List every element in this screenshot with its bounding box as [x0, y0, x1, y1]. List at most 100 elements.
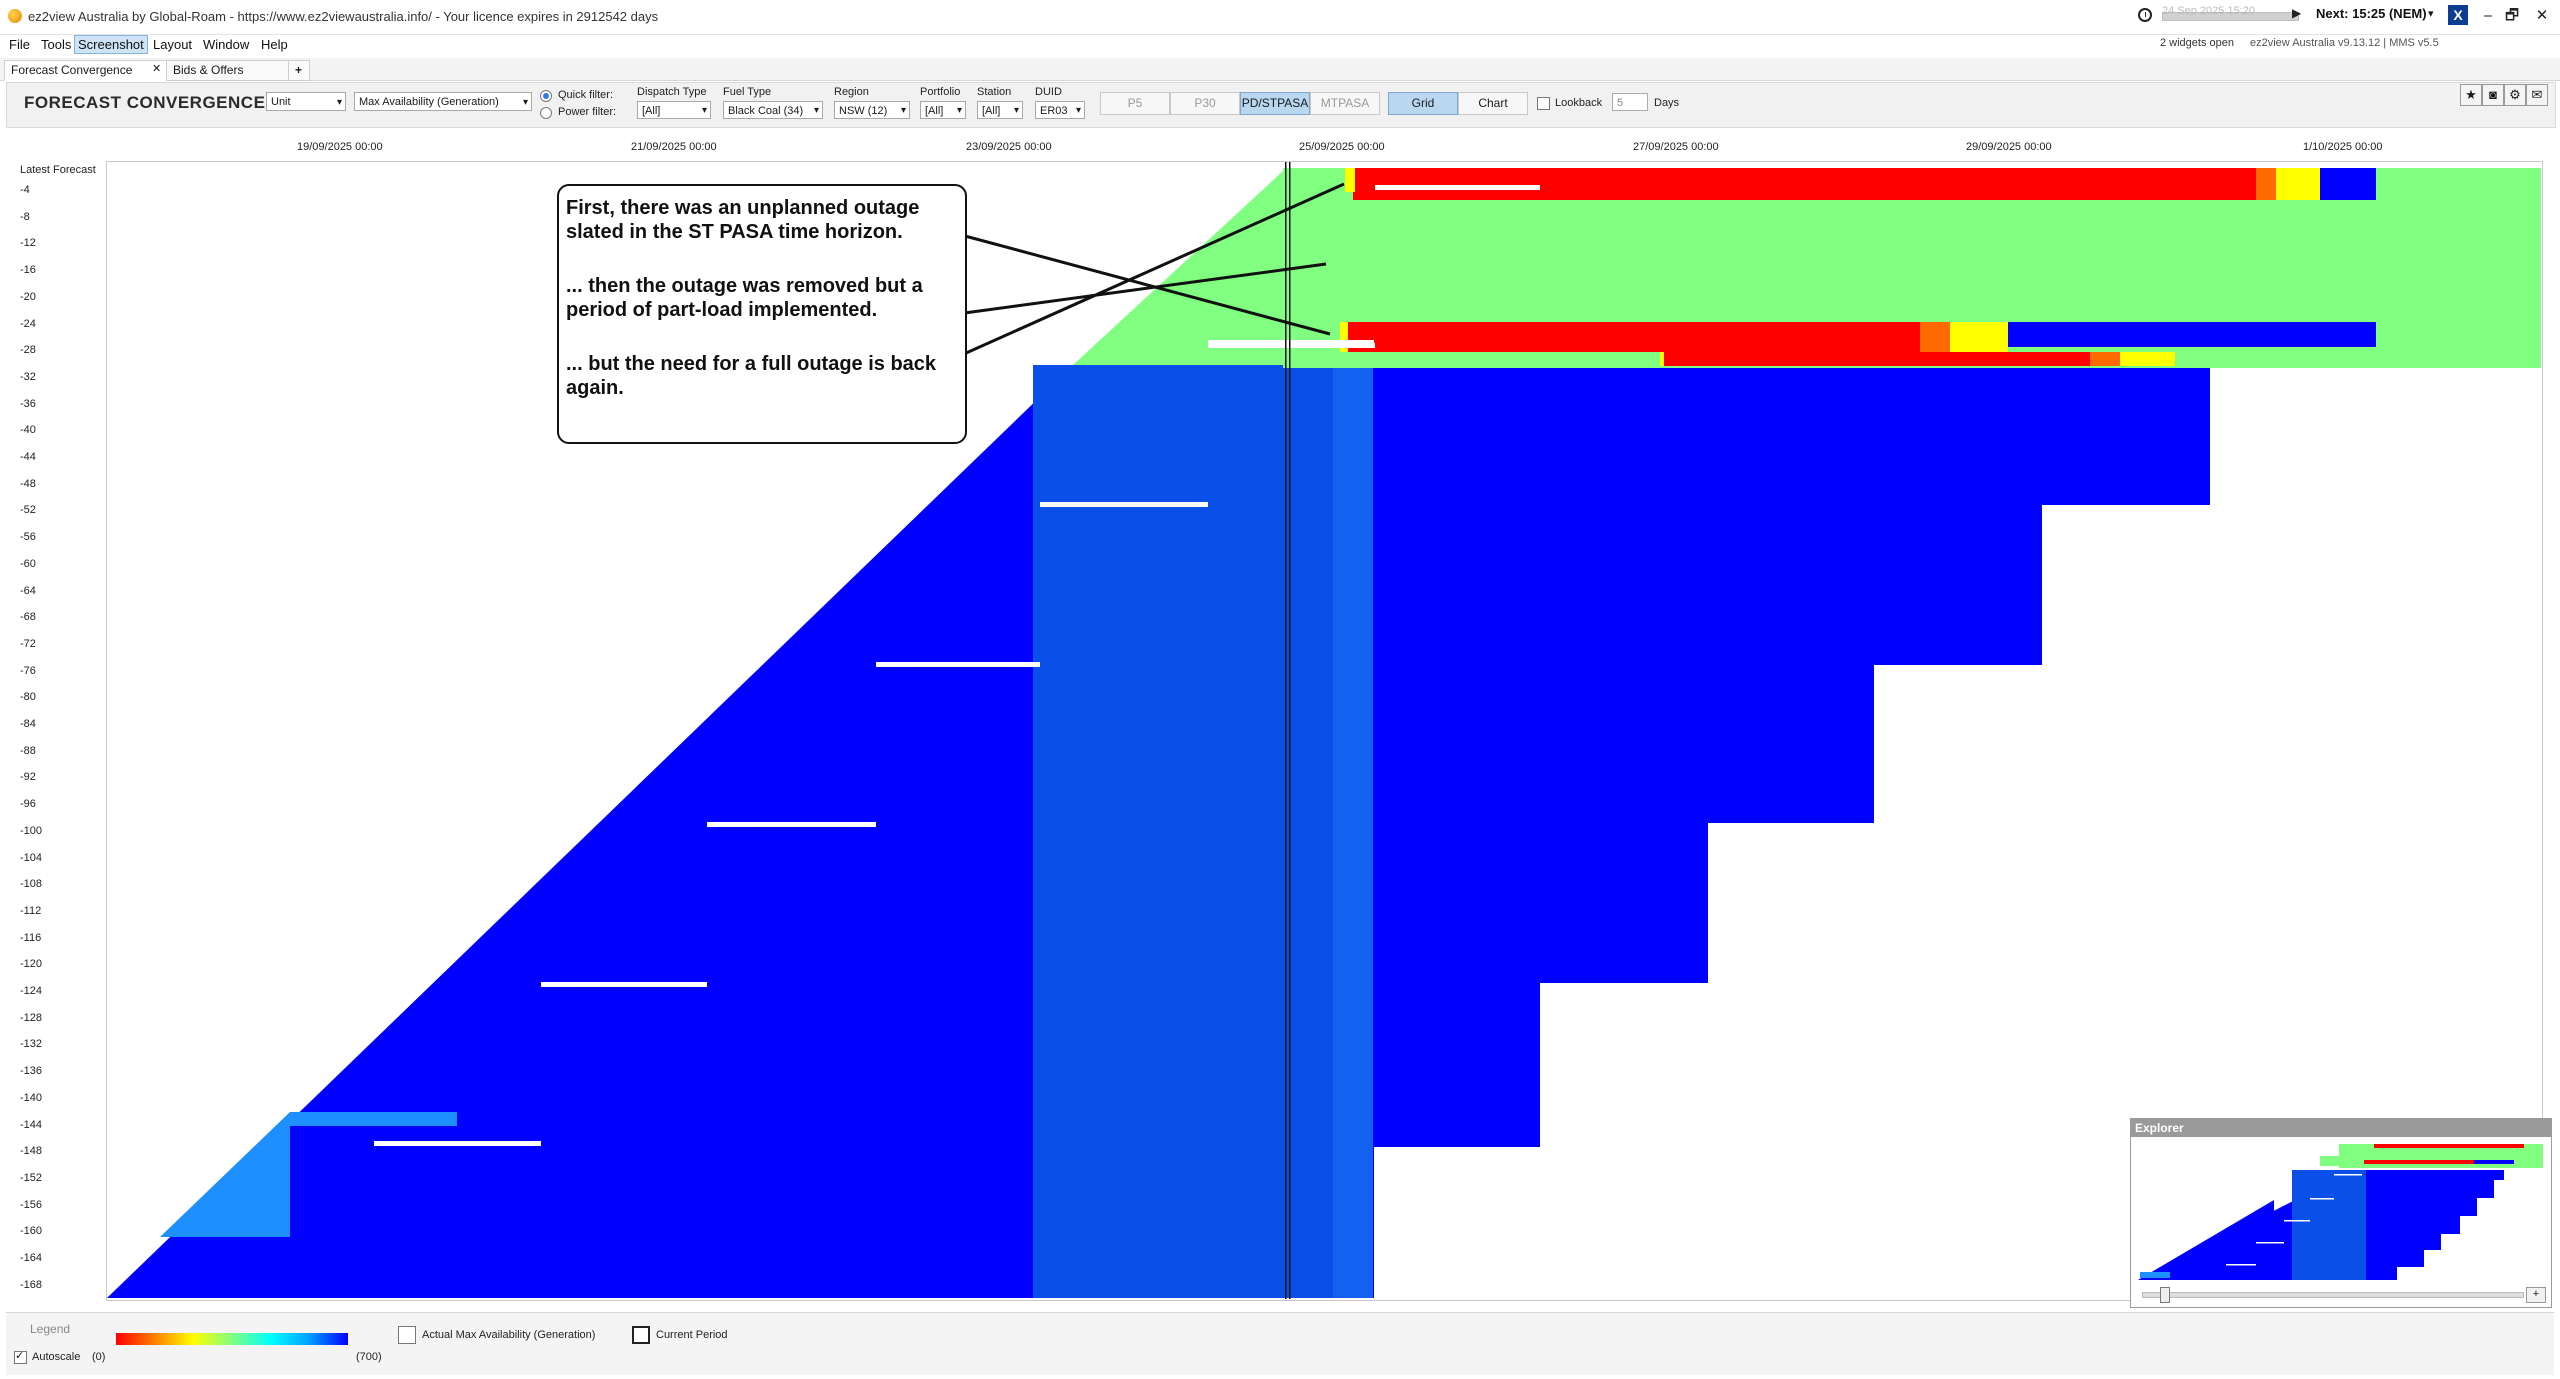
y-tick-label: -112	[20, 904, 42, 917]
metric-select[interactable]: Max Availability (Generation)	[354, 92, 532, 111]
minimap-light-blue	[2140, 1272, 2170, 1278]
quick-filter-radio[interactable]	[540, 90, 552, 102]
x-tick-label: 23/09/2025 00:00	[966, 141, 1052, 153]
minimize-button[interactable]: –	[2476, 6, 2500, 26]
current-period-label: Current Period	[656, 1329, 728, 1341]
horizon-p30-button[interactable]: P30	[1170, 92, 1240, 115]
heatmap-yellow-cell-lower	[1950, 322, 2008, 352]
y-tick-label: -160	[20, 1225, 43, 1238]
explorer-zoom-button[interactable]: +	[2526, 1287, 2546, 1303]
tab-bids-offers[interactable]: Bids & Offers	[166, 60, 290, 81]
actual-availability-line	[1208, 340, 1374, 345]
heatmap-blue-cell-top	[2320, 168, 2376, 200]
menu-window[interactable]: Window	[200, 36, 252, 53]
y-tick-label: -60	[20, 557, 36, 570]
chevron-down-icon[interactable]: ▾	[2428, 7, 2434, 20]
station-select[interactable]: [All]	[977, 101, 1023, 119]
y-tick-label: -16	[20, 264, 36, 277]
view-grid-button[interactable]: Grid	[1388, 92, 1458, 115]
days-label: Days	[1654, 97, 1680, 109]
minimap-actual-line	[2284, 1220, 2310, 1222]
y-tick-label: -140	[20, 1091, 43, 1104]
lookback-checkbox[interactable]	[1537, 97, 1550, 110]
y-tick-label: -120	[20, 958, 43, 971]
actual-availability-line	[541, 982, 707, 987]
heatmap-yellow-marker	[1345, 168, 1355, 192]
region-select[interactable]: NSW (12)	[834, 101, 910, 119]
explorer-scrollbar[interactable]	[2142, 1292, 2524, 1298]
heatmap-orange-cell	[2256, 168, 2276, 200]
y-tick-label: -156	[20, 1198, 43, 1211]
current-period-line	[1285, 162, 1287, 1299]
menu-help[interactable]: Help	[258, 36, 291, 53]
view-chart-button[interactable]: Chart	[1458, 92, 1528, 115]
play-icon[interactable]: ▶	[2292, 6, 2301, 20]
menu-file[interactable]: File	[6, 36, 33, 53]
y-tick-label: -8	[20, 210, 30, 223]
menu-layout[interactable]: Layout	[150, 36, 195, 53]
y-tick-label: -128	[20, 1011, 43, 1024]
actual-availability-label: Actual Max Availability (Generation)	[422, 1329, 596, 1341]
explorer-minimap[interactable]	[2134, 1140, 2546, 1282]
annotation-text-1: First, there was an unplanned outage sla…	[566, 197, 920, 243]
portfolio-select[interactable]: [All]	[920, 101, 966, 119]
y-tick-label: -116	[20, 931, 42, 944]
level-select[interactable]: Unit	[266, 92, 346, 111]
duid-select[interactable]: ER03	[1035, 101, 1085, 119]
explorer-scroll-handle[interactable]	[2160, 1287, 2170, 1303]
camera-icon[interactable]: ◙	[2482, 84, 2504, 106]
minimap-actual-line	[2226, 1264, 2256, 1266]
y-tick-label: -92	[20, 771, 36, 784]
legend-label: Legend	[30, 1322, 71, 1336]
autoscale-label: Autoscale	[32, 1351, 81, 1363]
menu-screenshot[interactable]: Screenshot	[74, 35, 148, 54]
comment-icon[interactable]: ✉	[2526, 84, 2548, 106]
fuel-type-label: Fuel Type	[723, 86, 772, 98]
station-label: Station	[977, 86, 1012, 98]
y-tick-label: -84	[20, 718, 36, 730]
lookback-days-input[interactable]: 5	[1612, 93, 1648, 111]
widgets-open-count: 2 widgets open	[2160, 37, 2234, 49]
actual-availability-line	[876, 662, 1040, 667]
fuel-type-select[interactable]: Black Coal (34)	[723, 101, 823, 119]
y-tick-label: -144	[20, 1118, 43, 1131]
horizon-p5-button[interactable]: P5	[1100, 92, 1170, 115]
heatmap-past-edge	[1333, 365, 1373, 1298]
tab-label: Forecast Convergence	[11, 63, 133, 77]
settings-icon[interactable]: ⚙	[2504, 84, 2526, 106]
x-tick-label: 21/09/2025 00:00	[631, 141, 717, 153]
heatmap-orange-partial	[2090, 352, 2120, 366]
add-tab-button[interactable]: +	[288, 60, 310, 81]
close-button[interactable]: ✕	[2530, 6, 2554, 26]
y-tick-label: -76	[20, 664, 36, 677]
duid-label: DUID	[1035, 86, 1062, 98]
power-filter-radio[interactable]	[540, 107, 552, 119]
y-axis-header: Latest Forecast	[20, 164, 96, 176]
y-tick-label: -88	[20, 744, 36, 757]
y-tick-label: -148	[20, 1145, 43, 1158]
next-dispatch-label[interactable]: Next: 15:25 (NEM)	[2316, 6, 2427, 21]
legend-color-scale	[116, 1333, 348, 1345]
y-tick-label: -56	[20, 531, 36, 544]
horizon-mtpasa-button[interactable]: MTPASA	[1310, 92, 1380, 115]
y-tick-label: -24	[20, 317, 36, 330]
tab-close-icon[interactable]: ✕	[152, 62, 161, 75]
legend-area	[6, 1312, 2554, 1375]
heatmap-yellow-cell	[2276, 168, 2320, 200]
clock-icon[interactable]	[2138, 8, 2152, 22]
star-icon[interactable]: ★	[2460, 84, 2482, 106]
dispatch-type-select[interactable]: [All]	[637, 101, 711, 119]
restore-button[interactable]: 🗗	[2500, 6, 2524, 26]
minimap-blue-lower	[2474, 1160, 2514, 1164]
x-tick-label: 27/09/2025 00:00	[1633, 141, 1719, 153]
heatmap-green-tail	[2375, 168, 2541, 188]
brand-icon[interactable]: X	[2448, 5, 2468, 25]
menu-tools[interactable]: Tools	[38, 36, 74, 53]
tab-forecast-convergence[interactable]: Forecast Convergence	[4, 60, 168, 81]
horizon-pdstpasa-button[interactable]: PD/STPASA	[1240, 92, 1310, 115]
time-slider-label: 24 Sep 2025 15:20	[2162, 5, 2255, 17]
annotation-text-2: ... then the outage was removed but a pe…	[566, 275, 923, 321]
minimap-red-top	[2374, 1144, 2524, 1148]
actual-availability-line	[1375, 185, 1540, 190]
y-tick-label: -132	[20, 1038, 43, 1051]
